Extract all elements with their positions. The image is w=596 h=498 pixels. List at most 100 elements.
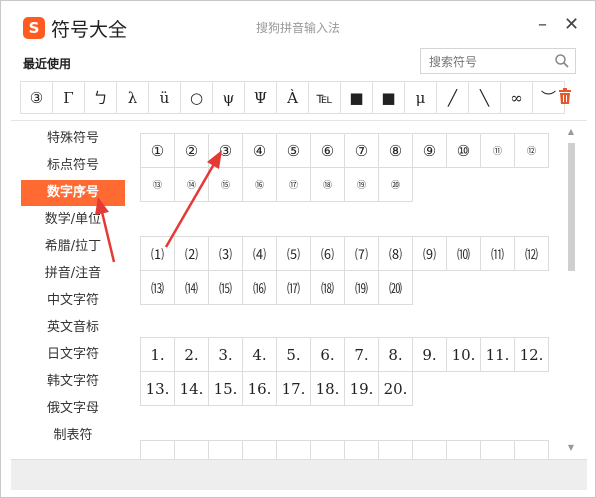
symbol-cell[interactable]: ⑵ [174, 236, 209, 271]
symbol-cell[interactable]: ⒁ [174, 270, 209, 305]
symbol-cell[interactable]: ⑨ [412, 133, 447, 168]
recent-symbol-cell[interactable]: ╱ [436, 81, 469, 114]
symbol-cell[interactable]: 14. [174, 371, 209, 406]
symbol-cell[interactable] [514, 440, 549, 459]
symbol-cell[interactable]: ⑬ [140, 167, 175, 202]
symbol-cell[interactable] [276, 440, 311, 459]
recent-symbol-cell[interactable]: Γ [52, 81, 85, 114]
symbol-cell[interactable]: ⑿ [514, 236, 549, 271]
scroll-down-icon[interactable]: ▼ [566, 443, 576, 453]
symbol-cell[interactable]: ⑧ [378, 133, 413, 168]
symbol-cell[interactable] [378, 440, 413, 459]
sidebar-item-2[interactable]: 数字序号 [21, 180, 125, 206]
symbol-cell[interactable]: ② [174, 133, 209, 168]
symbol-cell[interactable]: ① [140, 133, 175, 168]
sidebar-item-0[interactable]: 特殊符号 [21, 126, 125, 152]
recent-symbol-cell[interactable]: μ [404, 81, 437, 114]
symbol-cell[interactable]: ⑱ [310, 167, 345, 202]
recent-symbol-cell[interactable]: ü [148, 81, 181, 114]
symbol-cell[interactable]: ⒄ [276, 270, 311, 305]
recent-symbol-cell[interactable]: ③ [20, 81, 53, 114]
symbol-cell[interactable]: ⒂ [208, 270, 243, 305]
sidebar-item-4[interactable]: 希腊/拉丁 [21, 234, 125, 260]
symbol-cell[interactable]: 20. [378, 371, 413, 406]
symbol-cell[interactable]: ⒀ [140, 270, 175, 305]
symbol-cell[interactable]: ⑰ [276, 167, 311, 202]
recent-symbol-cell[interactable]: ㄅ [84, 81, 117, 114]
recent-symbol-cell[interactable]: ℡ [308, 81, 341, 114]
sidebar-item-1[interactable]: 标点符号 [21, 153, 125, 179]
symbol-cell[interactable]: ⑷ [242, 236, 277, 271]
symbol-cell[interactable]: 6. [310, 337, 345, 372]
sidebar-item-8[interactable]: 日文字符 [21, 342, 125, 368]
recent-symbol-cell[interactable]: À [276, 81, 309, 114]
symbol-cell[interactable]: 7. [344, 337, 379, 372]
recent-symbol-cell[interactable]: Ψ [244, 81, 277, 114]
symbol-cell[interactable] [344, 440, 379, 459]
symbol-cell[interactable]: ⑾ [480, 236, 515, 271]
sidebar-item-11[interactable]: 制表符 [21, 423, 125, 449]
symbol-cell[interactable]: ⑭ [174, 167, 209, 202]
symbol-cell[interactable]: ⑦ [344, 133, 379, 168]
symbol-cell[interactable]: ⒅ [310, 270, 345, 305]
symbol-cell[interactable]: ⒃ [242, 270, 277, 305]
recent-symbol-cell[interactable]: ∞ [500, 81, 533, 114]
symbol-cell[interactable] [480, 440, 515, 459]
recent-symbol-cell[interactable]: ○ [180, 81, 213, 114]
symbol-cell[interactable]: ⑹ [310, 236, 345, 271]
symbol-cell[interactable]: ⒇ [378, 270, 413, 305]
recent-symbol-cell[interactable]: ╲ [468, 81, 501, 114]
symbol-cell[interactable]: ⑥ [310, 133, 345, 168]
symbol-cell[interactable]: ⑳ [378, 167, 413, 202]
vertical-scrollbar[interactable]: ▲ ▼ [566, 127, 576, 453]
symbol-cell[interactable]: 1. [140, 337, 175, 372]
recent-symbol-cell[interactable]: ■ [372, 81, 405, 114]
symbol-cell[interactable] [310, 440, 345, 459]
symbol-cell[interactable]: ④ [242, 133, 277, 168]
symbol-cell[interactable]: ⑼ [412, 236, 447, 271]
sidebar-item-10[interactable]: 俄文字母 [21, 396, 125, 422]
symbol-cell[interactable]: ⑻ [378, 236, 413, 271]
sidebar-item-3[interactable]: 数学/单位 [21, 207, 125, 233]
recent-symbol-cell[interactable]: ψ [212, 81, 245, 114]
symbol-cell[interactable] [140, 440, 175, 459]
symbol-cell[interactable]: ③ [208, 133, 243, 168]
symbol-cell[interactable]: ⑮ [208, 167, 243, 202]
sidebar-item-5[interactable]: 拼音/注音 [21, 261, 125, 287]
symbol-cell[interactable]: 16. [242, 371, 277, 406]
symbol-cell[interactable]: 9. [412, 337, 447, 372]
trash-icon[interactable] [557, 87, 573, 105]
symbol-cell[interactable]: 11. [480, 337, 515, 372]
symbol-cell[interactable]: ⑲ [344, 167, 379, 202]
symbol-cell[interactable]: 5. [276, 337, 311, 372]
symbol-cell[interactable]: 17. [276, 371, 311, 406]
symbol-cell[interactable] [174, 440, 209, 459]
sidebar-item-9[interactable]: 韩文字符 [21, 369, 125, 395]
symbol-cell[interactable]: 8. [378, 337, 413, 372]
symbol-cell[interactable]: 12. [514, 337, 549, 372]
minimize-button[interactable]: – [538, 14, 547, 35]
symbol-cell[interactable]: ⑩ [446, 133, 481, 168]
symbol-cell[interactable]: ⑤ [276, 133, 311, 168]
recent-symbol-cell[interactable]: ■ [340, 81, 373, 114]
symbol-cell[interactable]: 13. [140, 371, 175, 406]
symbol-cell[interactable]: 4. [242, 337, 277, 372]
symbol-cell[interactable]: ⒆ [344, 270, 379, 305]
symbol-cell[interactable]: ⑫ [514, 133, 549, 168]
symbol-cell[interactable]: ⑪ [480, 133, 515, 168]
symbol-cell[interactable]: 2. [174, 337, 209, 372]
symbol-cell[interactable]: ⑶ [208, 236, 243, 271]
symbol-cell[interactable]: ⑺ [344, 236, 379, 271]
sidebar-item-6[interactable]: 中文字符 [21, 288, 125, 314]
symbol-cell[interactable] [242, 440, 277, 459]
search-icon[interactable] [554, 53, 570, 69]
sidebar-item-7[interactable]: 英文音标 [21, 315, 125, 341]
symbol-cell[interactable]: ⑽ [446, 236, 481, 271]
recent-symbol-cell[interactable]: λ [116, 81, 149, 114]
symbol-cell[interactable]: 18. [310, 371, 345, 406]
symbol-cell[interactable]: 19. [344, 371, 379, 406]
symbol-cell[interactable] [208, 440, 243, 459]
scroll-up-icon[interactable]: ▲ [566, 127, 576, 137]
symbol-cell[interactable]: 3. [208, 337, 243, 372]
symbol-cell[interactable]: ⑴ [140, 236, 175, 271]
